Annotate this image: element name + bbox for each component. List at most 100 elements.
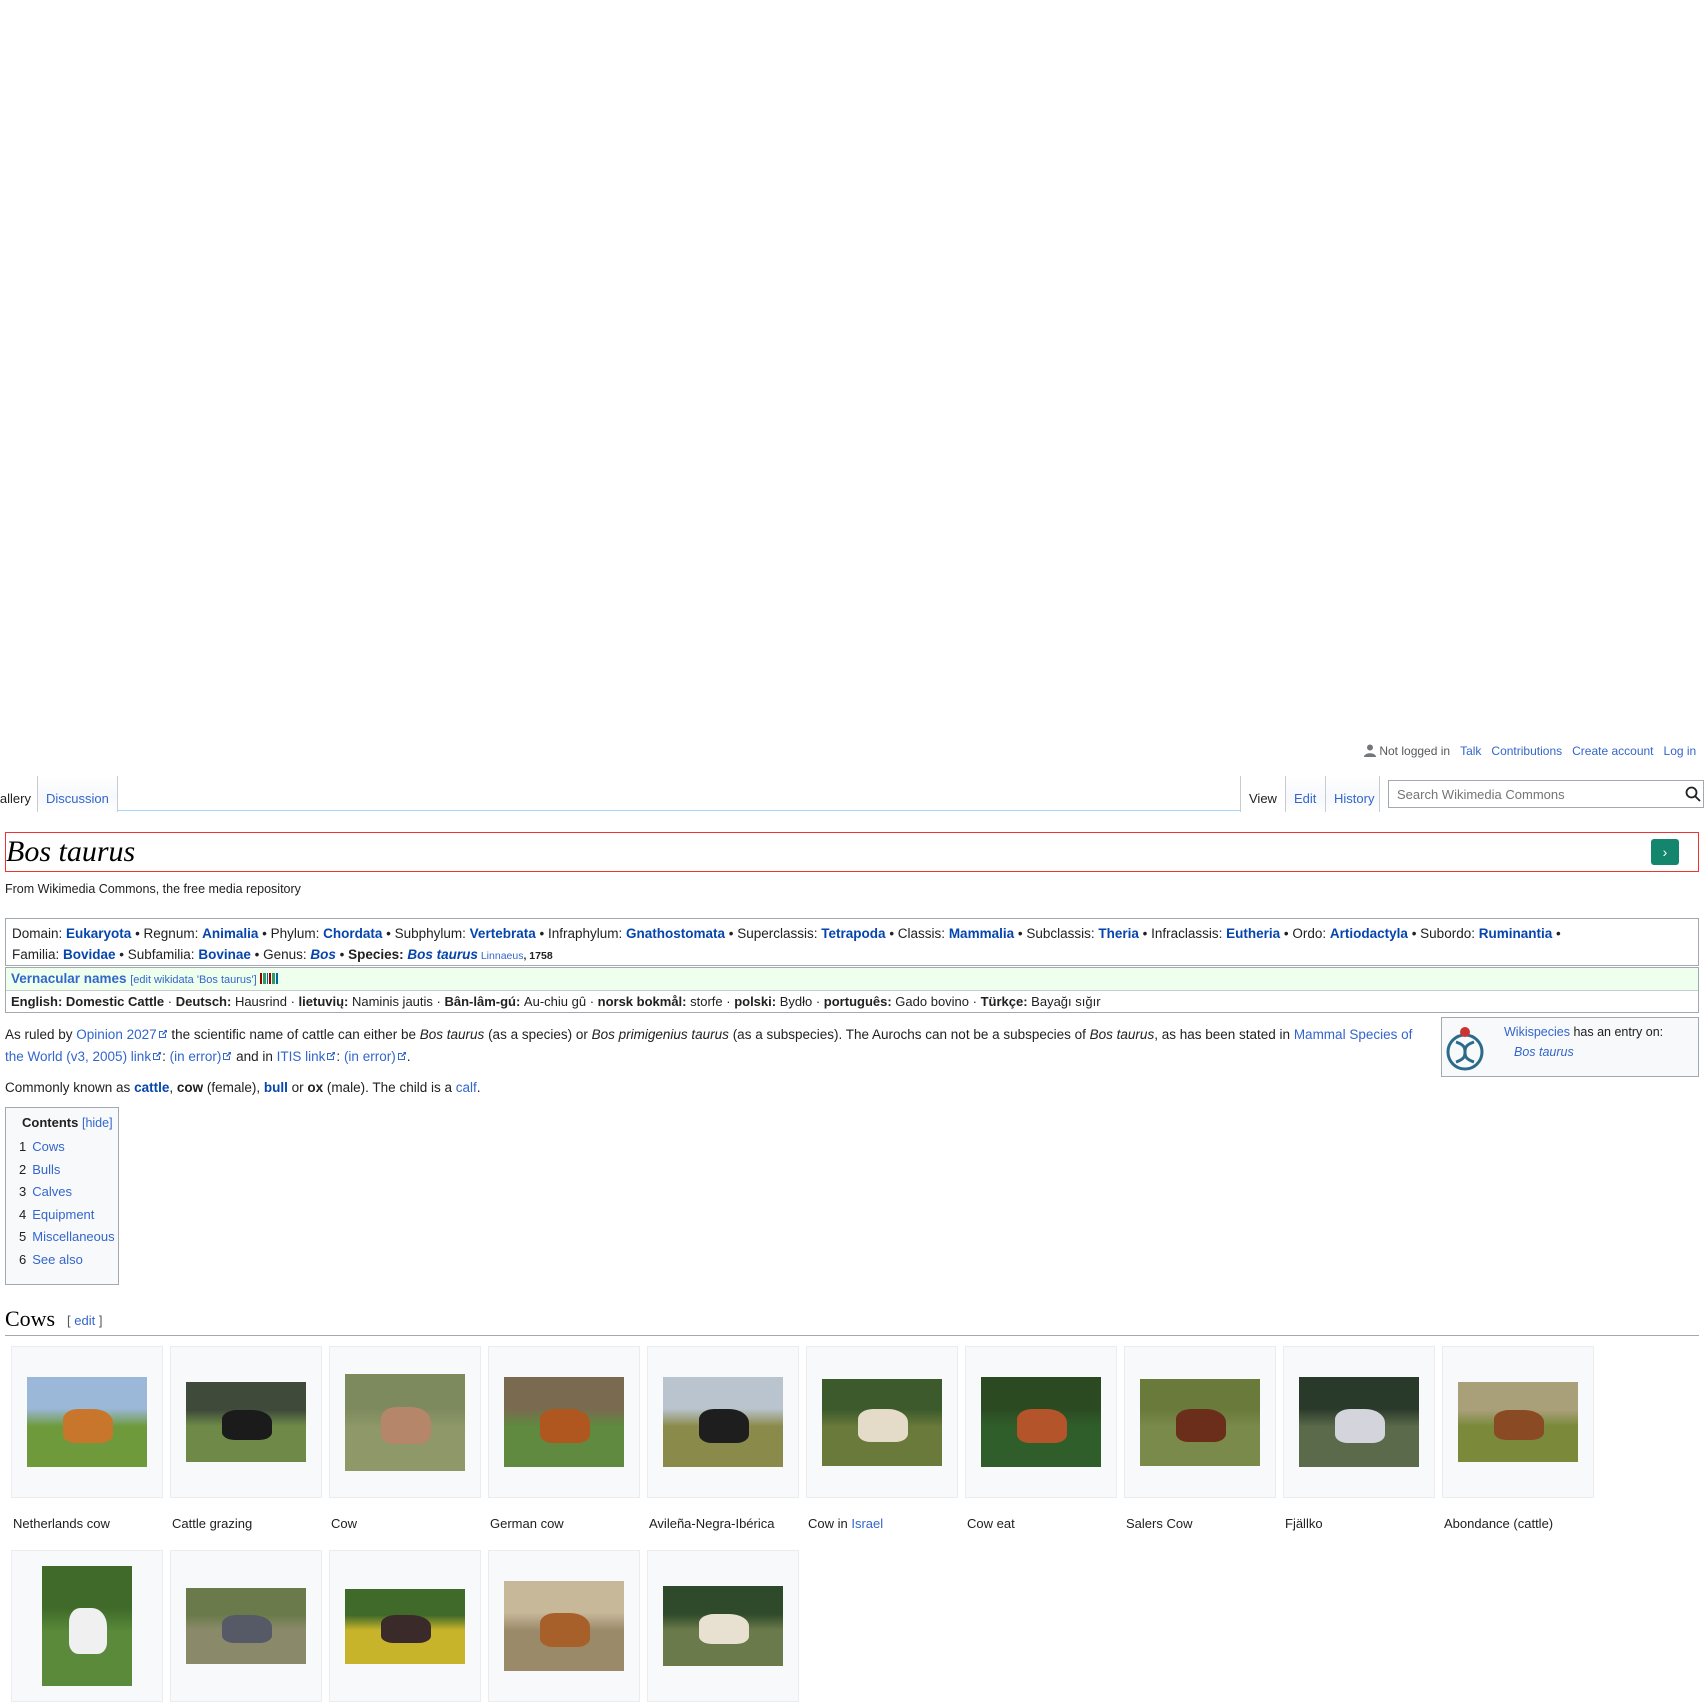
go-button[interactable]: › [1651, 839, 1679, 865]
bull-link[interactable]: bull [264, 1080, 288, 1095]
common-text: . [476, 1080, 481, 1095]
vern-name: Naminis jautis [351, 994, 433, 1009]
toc-number: 3 [19, 1184, 27, 1199]
toc-hide-link[interactable]: [hide] [82, 1116, 113, 1130]
cow-shape [540, 1408, 591, 1443]
taxo-link-eutheria[interactable]: Eutheria [1226, 926, 1280, 941]
gallery-image[interactable] [27, 1377, 147, 1467]
authority-year: , 1758 [523, 950, 553, 962]
toc-item-bulls[interactable]: 2 Bulls [16, 1159, 118, 1182]
tab-view[interactable]: View [1240, 776, 1286, 812]
bracket: [ [67, 1313, 71, 1328]
gallery-image[interactable] [1299, 1377, 1419, 1467]
vern-lang: English: [11, 994, 66, 1009]
taxo-link-bovinae[interactable]: Bovinae [198, 947, 251, 962]
log-in-link[interactable]: Log in [1664, 744, 1697, 758]
vern-name: Domestic Cattle [65, 994, 165, 1009]
gallery-image[interactable] [42, 1566, 132, 1686]
itis-error-link[interactable]: (in error) [344, 1049, 396, 1064]
taxo-link-artiodactyla[interactable]: Artiodactyla [1330, 926, 1408, 941]
wikispecies-entry-link[interactable]: Bos taurus [1514, 1042, 1574, 1062]
vernacular-header: Vernacular names [edit wikidata 'Bos tau… [6, 968, 1698, 991]
gallery-image[interactable] [1140, 1378, 1260, 1466]
taxo-rank: Classis: [897, 926, 949, 941]
cow-shape [222, 1410, 273, 1441]
gallery-thumb-box [647, 1550, 799, 1702]
toc-item-see-also[interactable]: 6 See also [16, 1249, 118, 1272]
toc-item-miscellaneous[interactable]: 5 Miscellaneous [16, 1226, 118, 1249]
cow-shape [63, 1408, 114, 1443]
gallery-image[interactable] [504, 1377, 624, 1467]
taxo-rank: Subclassis: [1026, 926, 1099, 941]
gallery-caption: German cow [490, 1516, 564, 1531]
toc-link[interactable]: Miscellaneous [32, 1229, 114, 1244]
gallery-image[interactable] [1458, 1382, 1578, 1462]
toc-link[interactable]: Cows [32, 1139, 65, 1154]
opinion-2027-link[interactable]: Opinion 2027 [76, 1027, 156, 1042]
cow-term: cow [176, 1080, 204, 1095]
taxo-link-bos[interactable]: Bos [310, 947, 336, 962]
gallery-image[interactable] [663, 1377, 783, 1467]
taxo-link-mammalia[interactable]: Mammalia [949, 926, 1014, 941]
common-text: Commonly known as [5, 1080, 135, 1095]
toc-link[interactable]: Bulls [32, 1162, 60, 1177]
calf-link[interactable]: calf [456, 1080, 477, 1095]
contributions-link[interactable]: Contributions [1491, 744, 1562, 758]
taxo-sep: • [250, 947, 264, 962]
tab-edit[interactable]: Edit [1286, 776, 1326, 812]
toc-link[interactable]: See also [32, 1252, 83, 1267]
toc-link[interactable]: Equipment [32, 1207, 94, 1222]
cattle-link[interactable]: cattle [134, 1080, 169, 1095]
taxo-link-vertebrata[interactable]: Vertebrata [470, 926, 536, 941]
gallery-image[interactable] [504, 1581, 624, 1671]
taxo-link-animalia[interactable]: Animalia [202, 926, 258, 941]
search-input[interactable] [1395, 785, 1679, 803]
taxo-link-gnathostomata[interactable]: Gnathostomata [626, 926, 725, 941]
tab-discussion[interactable]: Discussion [38, 776, 118, 812]
taxo-rank: Subphylum: [394, 926, 470, 941]
tab-gallery[interactable]: Gallery [0, 776, 38, 812]
gallery-image[interactable] [981, 1377, 1101, 1467]
msw-error-link[interactable]: (in error) [170, 1049, 222, 1064]
taxo-link-chordata[interactable]: Chordata [323, 926, 382, 941]
vernacular-title[interactable]: Vernacular names [11, 971, 127, 986]
gallery-image[interactable] [822, 1378, 942, 1466]
wikispecies-desc: has an entry on: [1570, 1025, 1664, 1039]
authority-link[interactable]: Linnaeus [478, 950, 524, 962]
itis-link[interactable]: ITIS link [277, 1049, 326, 1064]
caption-link[interactable]: Israel [851, 1516, 883, 1531]
toc-item-cows[interactable]: 1 Cows [16, 1136, 118, 1159]
gallery-image[interactable] [186, 1382, 306, 1462]
toc-link[interactable]: Calves [32, 1184, 72, 1199]
common-text: (male). The child is a [323, 1080, 456, 1095]
wikispecies-box: Wikispecies has an entry on: Bos taurus [1441, 1017, 1699, 1077]
gallery-image[interactable] [186, 1588, 306, 1664]
gallery-image[interactable] [345, 1373, 465, 1471]
taxo-authority: Linnaeus, 1758 [478, 950, 553, 962]
wikispecies-link[interactable]: Wikispecies [1504, 1025, 1570, 1039]
gallery-image[interactable] [345, 1588, 465, 1664]
species-name: Bos taurus [419, 1027, 485, 1042]
taxo-sep: • [335, 947, 349, 962]
ox-term: ox [307, 1080, 324, 1095]
tab-history[interactable]: History [1326, 776, 1380, 812]
wikidata-icon[interactable] [260, 973, 280, 984]
talk-link[interactable]: Talk [1460, 744, 1481, 758]
external-link-icon [153, 1052, 162, 1060]
taxo-link-tetrapoda[interactable]: Tetrapoda [821, 926, 885, 941]
section-edit-link[interactable]: edit [74, 1313, 95, 1328]
toc-item-equipment[interactable]: 4 Equipment [16, 1204, 118, 1227]
external-link-icon [327, 1052, 336, 1060]
search-icon[interactable] [1685, 786, 1701, 802]
external-link-icon [397, 1052, 406, 1060]
toc-item-calves[interactable]: 3 Calves [16, 1181, 118, 1204]
create-account-link[interactable]: Create account [1572, 744, 1653, 758]
taxo-link-theria[interactable]: Theria [1098, 926, 1139, 941]
gallery-image[interactable] [663, 1586, 783, 1666]
taxo-link-eukaryota[interactable]: Eukaryota [66, 926, 131, 941]
taxo-sep: • [131, 926, 144, 941]
taxo-link-ruminantia[interactable]: Ruminantia [1479, 926, 1553, 941]
section-edit: [ edit ] [67, 1313, 102, 1328]
edit-wikidata-link[interactable]: [edit wikidata 'Bos taurus'] [130, 974, 256, 986]
taxo-link-bovidae[interactable]: Bovidae [63, 947, 116, 962]
